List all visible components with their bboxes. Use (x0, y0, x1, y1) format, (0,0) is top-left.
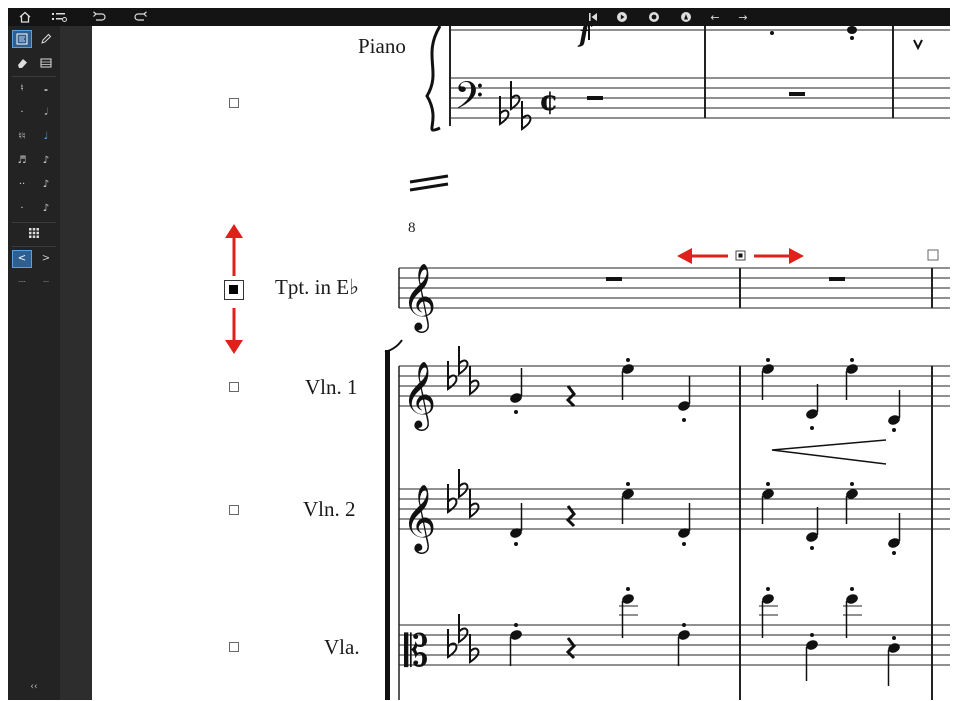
vertical-resize-arrows (225, 224, 243, 354)
thirty-second-note-icon[interactable]: ♪ (36, 200, 56, 218)
app-window: ← → ♮ 𝅝 · 𝅗𝅥 ♮♮ ♩ ♬ ♪ ·· ♪ · ♪ < > ···· … (0, 0, 957, 701)
select-tool-icon[interactable] (12, 30, 32, 48)
barline-handle (735, 250, 746, 261)
collapse-left-icon[interactable]: < (12, 250, 32, 268)
tool-palette: ♮ 𝅝 · 𝅗𝅥 ♮♮ ♩ ♬ ♪ ·· ♪ · ♪ < > ···· ··· … (8, 26, 60, 700)
top-toolbar: ← → (8, 8, 950, 26)
violin-1-notation: 𝄞 (402, 345, 901, 465)
system-break (409, 174, 449, 192)
redo-icon[interactable] (132, 8, 150, 26)
violin-2-staff (399, 488, 950, 530)
staccato-icon[interactable]: · (12, 200, 32, 218)
right-arrow-icon[interactable]: → (734, 8, 752, 26)
quarter-note-icon[interactable]: ♩ (36, 128, 56, 146)
grid-icon[interactable] (24, 224, 44, 242)
viola-notation: 𝄡 (404, 587, 900, 686)
pencil-icon[interactable] (36, 30, 56, 48)
dot-icon[interactable]: · (12, 104, 32, 122)
eraser-icon[interactable] (12, 54, 32, 72)
piano-system (425, 26, 950, 132)
tuplet-icon[interactable]: ♬ (12, 152, 32, 170)
accidental-icon[interactable]: ♮ (12, 80, 32, 98)
palette-divider (12, 76, 56, 77)
piano-lower-notation: 𝄢 ¢ (454, 73, 805, 130)
rest-icon[interactable]: ·· (12, 176, 32, 194)
svg-text:𝄞: 𝄞 (402, 262, 436, 333)
viola-staff (399, 605, 950, 666)
barline-handle-end (927, 249, 939, 261)
palette-divider (12, 222, 56, 223)
undo-icon[interactable] (90, 8, 108, 26)
keyboard-icon[interactable] (36, 54, 56, 72)
svg-text:¢: ¢ (539, 84, 558, 117)
more-tools-icon[interactable]: ···· (12, 274, 32, 292)
half-note-icon[interactable]: 𝅗𝅥 (36, 104, 56, 122)
svg-text:𝄢: 𝄢 (454, 73, 484, 127)
home-icon[interactable] (16, 8, 34, 26)
svg-text:f: f (577, 26, 593, 48)
more-options-icon[interactable]: ··· (36, 274, 56, 292)
violin-1-staff (398, 365, 950, 700)
collapse-palette-icon[interactable]: ‹‹ (24, 678, 44, 696)
whole-note-icon[interactable]: 𝅝 (36, 80, 56, 98)
play-icon[interactable] (613, 8, 631, 26)
record-icon[interactable] (645, 8, 663, 26)
metronome-icon[interactable] (677, 8, 695, 26)
rewind-icon[interactable] (584, 8, 602, 26)
piano-upper-notes: f (577, 26, 923, 51)
palette-divider (12, 246, 56, 247)
expand-right-icon[interactable]: > (36, 250, 56, 268)
palette-side-panel (60, 26, 92, 700)
svg-text:𝄞: 𝄞 (402, 483, 436, 554)
svg-text:𝄞: 𝄞 (402, 360, 436, 431)
trumpet-staff (398, 267, 950, 309)
tie-icon[interactable]: ♮♮ (12, 128, 32, 146)
left-arrow-icon[interactable]: ← (706, 8, 724, 26)
score-notation: 𝄞 f (225, 26, 950, 700)
parts-list-icon[interactable] (48, 8, 70, 26)
eighth-note-icon[interactable]: ♪ (36, 152, 56, 170)
sixteenth-note-icon[interactable]: ♪ (36, 176, 56, 194)
violin-2-notation: 𝄞 (402, 468, 901, 555)
score-view[interactable]: Piano Tpt. in E♭ Vln. 1 Vln. 2 Vla. 8 𝄞 (92, 26, 950, 700)
svg-text:𝄡: 𝄡 (404, 626, 429, 677)
